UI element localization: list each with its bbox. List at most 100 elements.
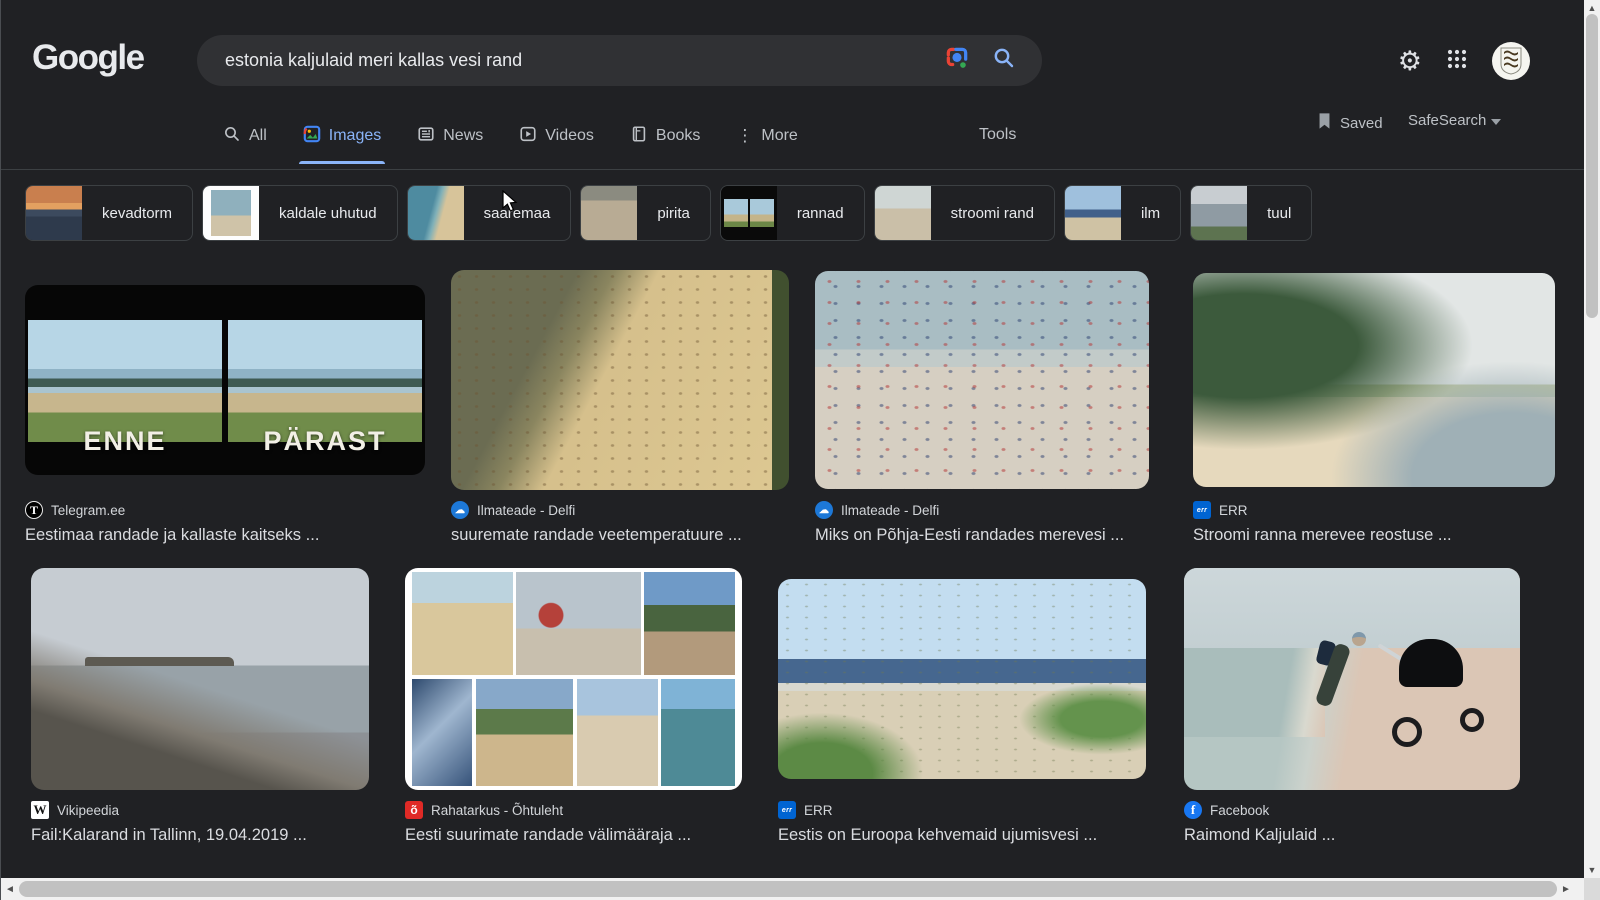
- result-image[interactable]: [31, 568, 369, 790]
- tab-books-label: Books: [656, 127, 700, 145]
- account-avatar-icon[interactable]: [1492, 42, 1530, 80]
- result-card: ENNE PÄRAST T Telegram.ee Eestimaa randa…: [25, 270, 425, 545]
- google-logo[interactable]: Google: [32, 38, 144, 78]
- chip-saaremaa[interactable]: saaremaa: [407, 185, 572, 241]
- tab-news[interactable]: News: [417, 125, 483, 150]
- tab-images[interactable]: Images: [303, 125, 381, 150]
- delfi-favicon: ☁: [451, 501, 469, 519]
- chip-label: stroomi rand: [931, 205, 1054, 222]
- chip-label: kaldale uhutud: [259, 205, 397, 222]
- safesearch-dropdown[interactable]: SafeSearch: [1408, 112, 1501, 129]
- tab-images-label: Images: [329, 127, 381, 145]
- settings-gear-icon[interactable]: ⚙: [1398, 48, 1422, 75]
- wikipedia-favicon: W: [31, 801, 49, 819]
- delfi-favicon: ☁: [815, 501, 833, 519]
- result-source[interactable]: err ERR: [1193, 501, 1555, 519]
- search-icon[interactable]: [992, 46, 1016, 75]
- result-card: ☁ Ilmateade - Delfi suuremate randade ve…: [451, 270, 789, 545]
- tab-more[interactable]: ⋮ More: [736, 126, 797, 148]
- videos-icon: [519, 125, 537, 148]
- search-bar[interactable]: estonia kaljulaid meri kallas vesi rand: [197, 35, 1042, 86]
- chip-thumbnail: [1065, 185, 1121, 241]
- bookmark-icon: [1317, 112, 1332, 134]
- result-card: õ Rahatarkus - Õhtuleht Eesti suurimate …: [405, 568, 742, 845]
- result-image[interactable]: [1193, 273, 1555, 487]
- chip-tuul[interactable]: tuul: [1190, 185, 1312, 241]
- result-source[interactable]: W Vikipeedia: [31, 801, 369, 819]
- all-search-icon: [223, 125, 241, 148]
- saved-label: Saved: [1340, 115, 1383, 132]
- books-icon: [630, 125, 648, 148]
- scroll-down-arrow[interactable]: ▼: [1584, 862, 1600, 878]
- tab-news-label: News: [443, 127, 483, 145]
- err-favicon: err: [778, 801, 796, 819]
- search-input[interactable]: estonia kaljulaid meri kallas vesi rand: [225, 50, 944, 71]
- chip-label: pirita: [637, 205, 710, 222]
- vertical-scrollbar-thumb[interactable]: [1586, 14, 1598, 318]
- result-title[interactable]: Miks on Põhja-Eesti randades merevesi ..…: [815, 526, 1149, 545]
- result-title[interactable]: Raimond Kaljulaid ...: [1184, 826, 1520, 845]
- result-image[interactable]: [451, 270, 789, 490]
- image-text-parast: PÄRAST: [225, 426, 425, 457]
- result-title[interactable]: Eestimaa randade ja kallaste kaitseks ..…: [25, 526, 425, 545]
- chip-thumbnail: [875, 185, 931, 241]
- result-card: err ERR Stroomi ranna merevee reostuse .…: [1193, 270, 1555, 545]
- scroll-right-arrow[interactable]: ►: [1557, 878, 1575, 900]
- divider: [1, 169, 1585, 170]
- result-source[interactable]: ☁ Ilmateade - Delfi: [451, 501, 789, 519]
- tab-videos[interactable]: Videos: [519, 125, 594, 150]
- more-dots-icon: ⋮: [736, 126, 753, 146]
- result-image[interactable]: [405, 568, 742, 790]
- saved-button[interactable]: Saved: [1317, 112, 1383, 134]
- tab-videos-label: Videos: [545, 127, 594, 145]
- chip-pirita[interactable]: pirita: [580, 185, 711, 241]
- google-lens-icon[interactable]: [944, 45, 970, 76]
- tab-all[interactable]: All: [223, 125, 267, 150]
- scroll-left-arrow[interactable]: ◄: [1, 878, 19, 900]
- chip-thumbnail: [1191, 185, 1247, 241]
- chip-label: tuul: [1247, 205, 1311, 222]
- source-label: Telegram.ee: [51, 503, 125, 518]
- result-source[interactable]: ☁ Ilmateade - Delfi: [815, 501, 1149, 519]
- facebook-favicon: f: [1184, 801, 1202, 819]
- result-image[interactable]: [1184, 568, 1520, 790]
- result-card: W Vikipeedia Fail:Kalarand in Tallinn, 1…: [31, 568, 369, 845]
- chip-ilm[interactable]: ilm: [1064, 185, 1181, 241]
- search-tabs: All Images News Videos Books ⋮ More: [223, 118, 798, 156]
- result-title[interactable]: suuremate randade veetemperatuure ...: [451, 526, 789, 545]
- result-title[interactable]: Eesti suurimate randade välimääraja ...: [405, 826, 742, 845]
- tools-button[interactable]: Tools: [979, 126, 1016, 144]
- google-apps-icon[interactable]: [1446, 48, 1468, 75]
- err-favicon: err: [1193, 501, 1211, 519]
- chip-kaldale-uhutud[interactable]: kaldale uhutud: [202, 185, 398, 241]
- chip-kevadtorm[interactable]: kevadtorm: [25, 185, 193, 241]
- safesearch-label: SafeSearch: [1408, 112, 1486, 129]
- horizontal-scrollbar-thumb[interactable]: [19, 881, 1557, 897]
- result-title[interactable]: Eestis on Euroopa kehvemaid ujumisvesi .…: [778, 826, 1146, 845]
- result-source[interactable]: T Telegram.ee: [25, 501, 425, 519]
- vertical-scrollbar[interactable]: ▲ ▼: [1584, 0, 1600, 878]
- chip-rannad[interactable]: rannad: [720, 185, 865, 241]
- result-title[interactable]: Fail:Kalarand in Tallinn, 19.04.2019 ...: [31, 826, 369, 845]
- result-source[interactable]: õ Rahatarkus - Õhtuleht: [405, 801, 742, 819]
- chip-thumbnail: [408, 185, 464, 241]
- telegram-favicon: T: [25, 501, 43, 519]
- tab-books[interactable]: Books: [630, 125, 700, 150]
- tab-all-label: All: [249, 127, 267, 145]
- source-label: Vikipeedia: [57, 803, 119, 818]
- result-card: ☁ Ilmateade - Delfi Miks on Põhja-Eesti …: [815, 270, 1149, 545]
- result-card: err ERR Eestis on Euroopa kehvemaid ujum…: [778, 568, 1146, 845]
- result-source[interactable]: err ERR: [778, 801, 1146, 819]
- related-searches: kevadtorm kaldale uhutud saaremaa pirita…: [25, 185, 1312, 241]
- result-source[interactable]: f Facebook: [1184, 801, 1520, 819]
- chip-stroomi-rand[interactable]: stroomi rand: [874, 185, 1055, 241]
- source-label: Ilmateade - Delfi: [477, 503, 575, 518]
- images-icon: [303, 125, 321, 148]
- result-title[interactable]: Stroomi ranna merevee reostuse ...: [1193, 526, 1555, 545]
- result-image[interactable]: ENNE PÄRAST: [25, 285, 425, 475]
- horizontal-scrollbar[interactable]: ◄ ►: [1, 878, 1585, 900]
- result-image[interactable]: [815, 271, 1149, 489]
- chip-thumbnail: [26, 185, 82, 241]
- result-image[interactable]: [778, 579, 1146, 779]
- chip-label: rannad: [777, 205, 864, 222]
